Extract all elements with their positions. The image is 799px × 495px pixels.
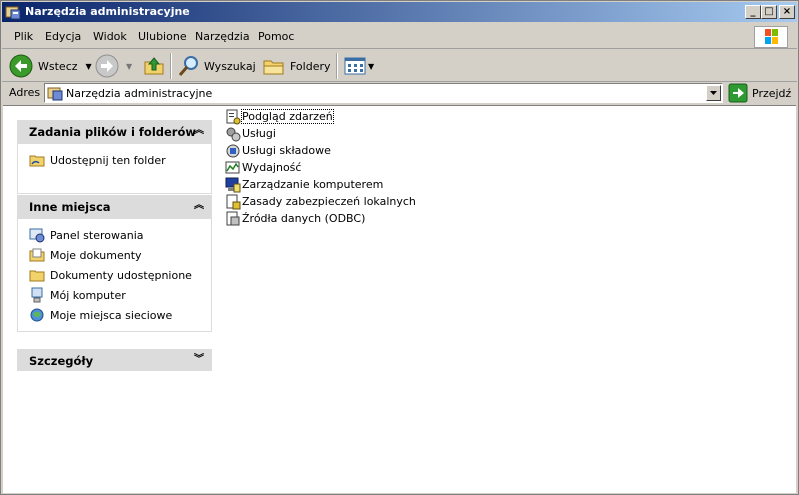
views-dropdown-icon[interactable]: ▼ bbox=[368, 62, 374, 71]
tasks-panel-title: Zadania plików i folderów bbox=[29, 125, 196, 139]
place-label: Mój komputer bbox=[50, 288, 126, 302]
place-my-computer[interactable]: Mój komputer bbox=[18, 285, 211, 305]
address-bar: Adres Narzędzia administracyjne Przejdź bbox=[2, 82, 797, 104]
address-input[interactable]: Narzędzia administracyjne bbox=[44, 83, 723, 103]
performance-icon bbox=[225, 161, 240, 173]
go-button[interactable]: Przejdź bbox=[728, 83, 791, 103]
menu-bar: Plik Edycja Widok Ulubione Narzędzia Pom… bbox=[2, 25, 797, 49]
content-area: Zadania plików i folderów ︽ Udostępnij t… bbox=[3, 105, 796, 493]
admin-tools-icon bbox=[47, 87, 63, 101]
computer-management-icon bbox=[225, 177, 241, 192]
menu-help[interactable]: Pomoc bbox=[258, 30, 294, 43]
file-label: Usługi składowe bbox=[242, 144, 331, 157]
details-panel-header[interactable]: Szczegóły ︾ bbox=[17, 349, 212, 371]
expand-chevron-icon[interactable]: ︾ bbox=[192, 353, 206, 367]
toolbar-separator bbox=[336, 53, 338, 79]
file-label: Wydajność bbox=[242, 161, 302, 174]
list-item[interactable]: Usługi składowe bbox=[225, 142, 416, 159]
event-viewer-icon bbox=[226, 109, 241, 124]
address-value: Narzędzia administracyjne bbox=[66, 87, 213, 100]
views-icon bbox=[344, 57, 366, 75]
place-label: Moje miejsca sieciowe bbox=[50, 308, 173, 322]
address-label: Adres bbox=[9, 86, 41, 99]
forward-button[interactable]: ▼ bbox=[95, 53, 132, 79]
other-places-title: Inne miejsca bbox=[29, 200, 111, 214]
place-label: Dokumenty udostępnione bbox=[50, 268, 192, 282]
toolbar: Wstecz ▼ ▼ Wyszukaj Foldery ▼ bbox=[2, 50, 797, 82]
back-button[interactable]: Wstecz ▼ bbox=[9, 53, 92, 79]
folders-button[interactable]: Foldery bbox=[262, 53, 331, 79]
place-label: Moje dokumenty bbox=[50, 248, 142, 262]
go-arrow-icon bbox=[728, 83, 748, 103]
search-icon bbox=[178, 56, 198, 76]
component-services-icon bbox=[226, 144, 240, 157]
list-item[interactable]: Wydajność bbox=[225, 159, 416, 176]
shared-documents-folder-icon bbox=[29, 270, 45, 282]
network-places-icon bbox=[30, 308, 44, 322]
file-label: Zasady zabezpieczeń lokalnych bbox=[242, 195, 416, 208]
place-control-panel[interactable]: Panel sterowania bbox=[18, 225, 211, 245]
shared-folder-icon bbox=[29, 155, 45, 167]
toolbar-separator bbox=[170, 53, 172, 79]
forward-arrow-icon bbox=[95, 54, 119, 78]
file-list: Podgląd zdarzeń Usługi Usługi składowe W… bbox=[225, 108, 416, 227]
collapse-chevron-icon[interactable]: ︽ bbox=[192, 199, 206, 213]
my-documents-icon bbox=[29, 248, 45, 262]
other-places-panel: Inne miejsca ︽ Panel sterowania Moje dok… bbox=[17, 195, 212, 332]
title-bar[interactable]: Narzędzia administracyjne _ □ × bbox=[2, 2, 797, 22]
tasks-panel: Zadania plików i folderów ︽ Udostępnij t… bbox=[17, 120, 212, 194]
folders-label: Foldery bbox=[290, 59, 331, 73]
services-icon bbox=[226, 127, 241, 141]
place-shared-documents[interactable]: Dokumenty udostępnione bbox=[18, 265, 211, 285]
forward-dropdown-icon[interactable]: ▼ bbox=[126, 62, 132, 71]
views-button[interactable]: ▼ bbox=[344, 53, 374, 79]
menu-view[interactable]: Widok bbox=[93, 30, 127, 43]
up-folder-icon bbox=[144, 57, 164, 75]
address-dropdown-button[interactable] bbox=[706, 85, 721, 101]
go-label: Przejdź bbox=[752, 86, 792, 100]
window-title: Narzędzia administracyjne bbox=[25, 5, 190, 18]
back-label: Wstecz bbox=[38, 59, 78, 73]
file-label: Usługi bbox=[242, 127, 276, 140]
file-label: Źródła danych (ODBC) bbox=[242, 212, 366, 225]
collapse-chevron-icon[interactable]: ︽ bbox=[192, 124, 206, 138]
list-item[interactable]: Zasady zabezpieczeń lokalnych bbox=[225, 193, 416, 210]
place-my-documents[interactable]: Moje dokumenty bbox=[18, 245, 211, 265]
file-label: Zarządzanie komputerem bbox=[242, 178, 384, 191]
details-panel: Szczegóły ︾ bbox=[17, 349, 212, 371]
file-label: Podgląd zdarzeń bbox=[241, 109, 334, 124]
back-arrow-icon bbox=[9, 54, 33, 78]
close-button[interactable]: × bbox=[779, 5, 795, 19]
maximize-button[interactable]: □ bbox=[761, 5, 777, 19]
place-label: Panel sterowania bbox=[50, 228, 144, 242]
share-folder-label: Udostępnij ten folder bbox=[50, 153, 166, 167]
explorer-window: Narzędzia administracyjne _ □ × Plik Edy… bbox=[0, 0, 799, 495]
other-places-header[interactable]: Inne miejsca ︽ bbox=[17, 195, 212, 219]
search-label: Wyszukaj bbox=[204, 59, 256, 73]
share-folder-link[interactable]: Udostępnij ten folder bbox=[18, 150, 211, 170]
list-item[interactable]: Usługi bbox=[225, 125, 416, 142]
menu-tools[interactable]: Narzędzia bbox=[195, 30, 250, 43]
menu-edit[interactable]: Edycja bbox=[45, 30, 81, 43]
odbc-data-sources-icon bbox=[226, 211, 240, 225]
my-computer-icon bbox=[31, 287, 43, 303]
windows-logo-icon bbox=[754, 26, 788, 48]
up-folder-button[interactable] bbox=[143, 53, 165, 79]
list-item[interactable]: Zarządzanie komputerem bbox=[225, 176, 416, 193]
admin-tools-icon bbox=[5, 6, 21, 20]
control-panel-icon bbox=[29, 228, 45, 243]
local-security-policy-icon bbox=[226, 194, 241, 209]
place-network-places[interactable]: Moje miejsca sieciowe bbox=[18, 305, 211, 325]
tasks-panel-header[interactable]: Zadania plików i folderów ︽ bbox=[17, 120, 212, 144]
search-button[interactable]: Wyszukaj bbox=[177, 53, 256, 79]
list-item[interactable]: Źródła danych (ODBC) bbox=[225, 210, 416, 227]
menu-file[interactable]: Plik bbox=[14, 30, 33, 43]
list-item[interactable]: Podgląd zdarzeń bbox=[225, 108, 416, 125]
minimize-button[interactable]: _ bbox=[745, 5, 761, 19]
folders-icon bbox=[263, 60, 284, 75]
menu-favorites[interactable]: Ulubione bbox=[138, 30, 187, 43]
back-dropdown-icon[interactable]: ▼ bbox=[86, 62, 92, 71]
details-panel-title: Szczegóły bbox=[29, 354, 94, 368]
